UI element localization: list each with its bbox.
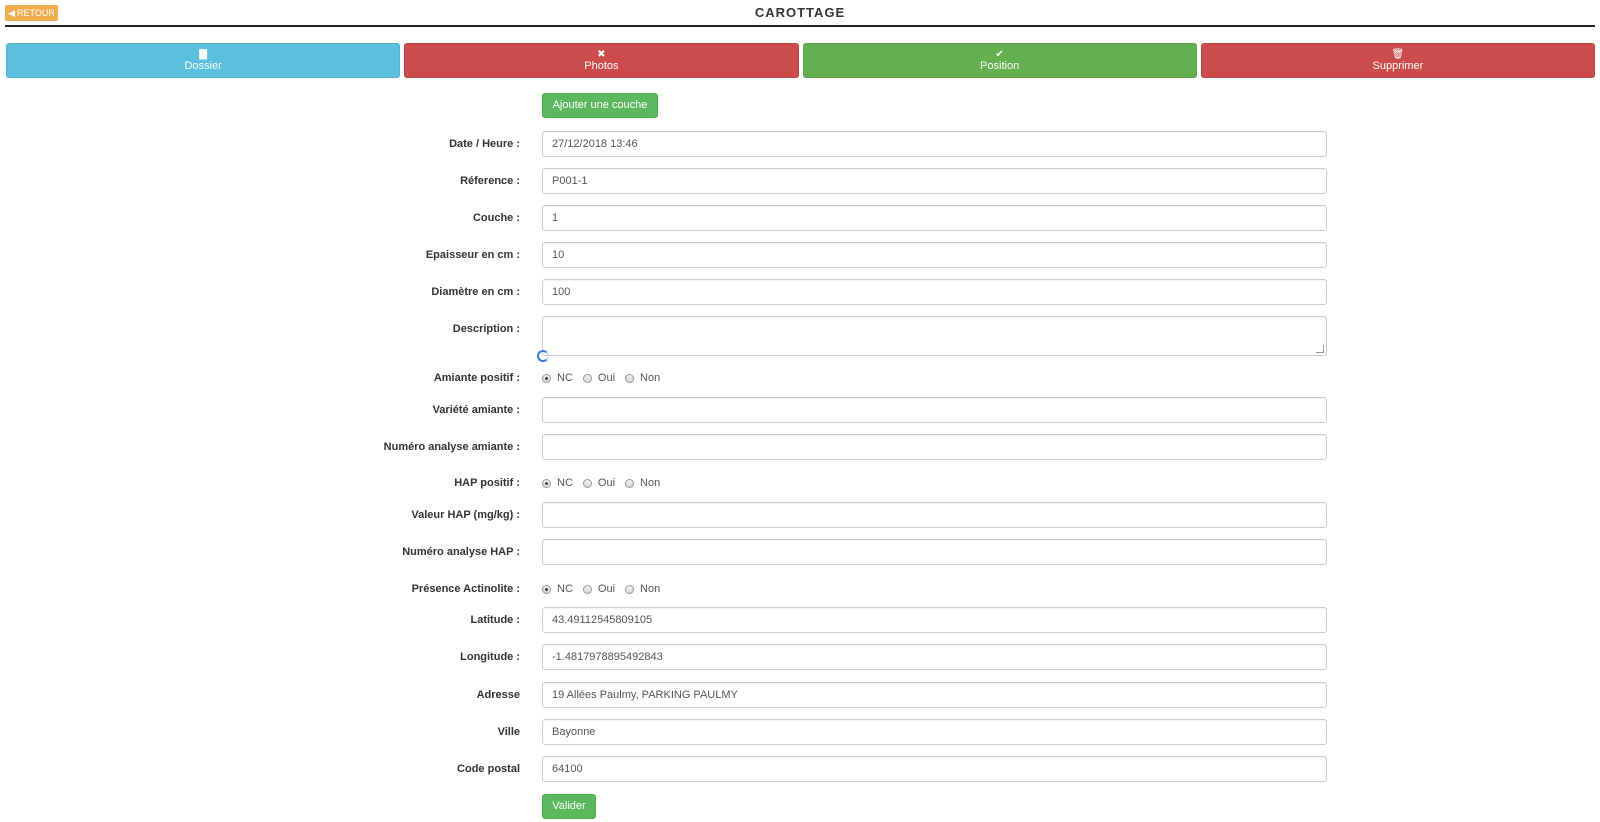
couche-input[interactable]: 1 (542, 205, 1327, 231)
numero-analyse-amiante-input[interactable] (542, 434, 1327, 460)
variete-amiante-label: Variété amiante : (432, 404, 520, 416)
adresse-input[interactable]: 19 Allées Paulmy, PARKING PAULMY (542, 682, 1327, 708)
radio-checked-icon[interactable] (542, 478, 551, 488)
actinolite-radio-non[interactable]: Non (625, 583, 660, 595)
diametre-label: Diamètre en cm : (431, 286, 520, 298)
longitude-input[interactable]: -1.4817978895492843 (542, 644, 1327, 670)
couche-label: Couche : (472, 212, 520, 224)
actinolite-radio-group: NC Oui Non (542, 583, 660, 595)
radio-unchecked-icon[interactable] (582, 584, 592, 594)
code-postal-input[interactable]: 64100 (542, 756, 1327, 782)
latitude-input[interactable]: 43.49112545809105 (542, 607, 1327, 633)
date-input[interactable]: 27/12/2018 13:46 (542, 131, 1327, 157)
folder-icon: ▇ (199, 48, 207, 60)
hap-radio-non[interactable]: Non (625, 477, 660, 489)
tab-position-label: Position (980, 59, 1020, 72)
numero-analyse-amiante-label: Numéro analyse amiante : (383, 441, 520, 453)
date-label: Date / Heure : (449, 138, 520, 150)
trash-icon: 🗑 (1391, 48, 1405, 60)
ville-input[interactable]: Bayonne (542, 719, 1327, 745)
radio-unchecked-icon[interactable] (625, 478, 635, 488)
radio-label: NC (557, 372, 573, 384)
radio-label: Non (640, 372, 661, 384)
action-tabs: ▇ Dossier ✖ Photos ✔ Position 🗑 Supprime… (6, 43, 1595, 78)
radio-label: Non (640, 477, 661, 489)
hap-radio-nc[interactable]: NC (542, 477, 573, 489)
radio-unchecked-icon[interactable] (625, 373, 635, 383)
adresse-label: Adresse (476, 689, 520, 701)
hap-positif-radio-group: NC Oui Non (542, 477, 660, 489)
amiante-positif-radio-group: NC Oui Non (542, 372, 660, 384)
latitude-label: Latitude : (470, 614, 521, 626)
radio-unchecked-icon[interactable] (582, 373, 592, 383)
reference-label: Réference : (460, 175, 520, 187)
tab-position[interactable]: ✔ Position (802, 43, 1197, 78)
radio-label: Oui (597, 372, 616, 384)
actinolite-radio-nc[interactable]: NC (542, 583, 573, 595)
radio-label: Non (640, 583, 661, 595)
radio-unchecked-icon[interactable] (582, 478, 592, 488)
radio-checked-icon[interactable] (542, 373, 551, 383)
tab-dossier[interactable]: ▇ Dossier (6, 43, 401, 78)
radio-label: Oui (597, 477, 616, 489)
tab-supprimer[interactable]: 🗑 Supprimer (1200, 43, 1595, 78)
variete-amiante-input[interactable] (542, 397, 1327, 423)
numero-analyse-hap-label: Numéro analyse HAP : (402, 546, 520, 558)
tab-photos-label: Photos (584, 59, 619, 72)
hap-positif-label: HAP positif : (454, 477, 520, 489)
amiante-positif-label: Amiante positif : (433, 372, 520, 384)
ville-label: Ville (497, 726, 520, 738)
close-icon: ✖ (597, 48, 606, 60)
add-layer-button[interactable]: Ajouter une couche (542, 93, 658, 118)
amiante-radio-oui[interactable]: Oui (582, 372, 616, 384)
radio-label: NC (557, 583, 573, 595)
page-title: CAROTTAGE (754, 5, 846, 20)
epaisseur-input[interactable]: 10 (542, 242, 1327, 268)
radio-label: NC (557, 477, 573, 489)
submit-button[interactable]: Valider (542, 794, 596, 819)
amiante-radio-nc[interactable]: NC (542, 372, 573, 384)
diametre-input[interactable]: 100 (542, 279, 1327, 305)
description-textarea[interactable] (542, 316, 1327, 356)
title-divider (5, 25, 1595, 27)
reference-input[interactable]: P001-1 (542, 168, 1327, 194)
presence-actinolite-label: Présence Actinolite : (411, 583, 520, 595)
resize-handle-icon[interactable] (1316, 345, 1324, 353)
actinolite-radio-oui[interactable]: Oui (582, 583, 616, 595)
check-icon: ✔ (995, 48, 1004, 60)
longitude-label: Longitude : (460, 651, 520, 663)
valeur-hap-input[interactable] (542, 502, 1327, 528)
loading-spinner-icon (537, 350, 549, 362)
top-bar: ◀ RETOUR CAROTTAGE (0, 0, 1600, 27)
radio-label: Oui (597, 583, 616, 595)
hap-radio-oui[interactable]: Oui (582, 477, 616, 489)
epaisseur-label: Epaisseur en cm : (425, 249, 520, 261)
numero-analyse-hap-input[interactable] (542, 539, 1327, 565)
code-postal-label: Code postal (457, 763, 520, 775)
tab-photos[interactable]: ✖ Photos (404, 43, 799, 78)
tab-supprimer-label: Supprimer (1372, 59, 1424, 72)
radio-unchecked-icon[interactable] (625, 584, 635, 594)
valeur-hap-label: Valeur HAP (mg/kg) : (411, 509, 520, 521)
radio-checked-icon[interactable] (542, 584, 551, 594)
description-label: Description : (452, 323, 520, 335)
tab-dossier-label: Dossier (184, 59, 222, 72)
amiante-radio-non[interactable]: Non (625, 372, 660, 384)
